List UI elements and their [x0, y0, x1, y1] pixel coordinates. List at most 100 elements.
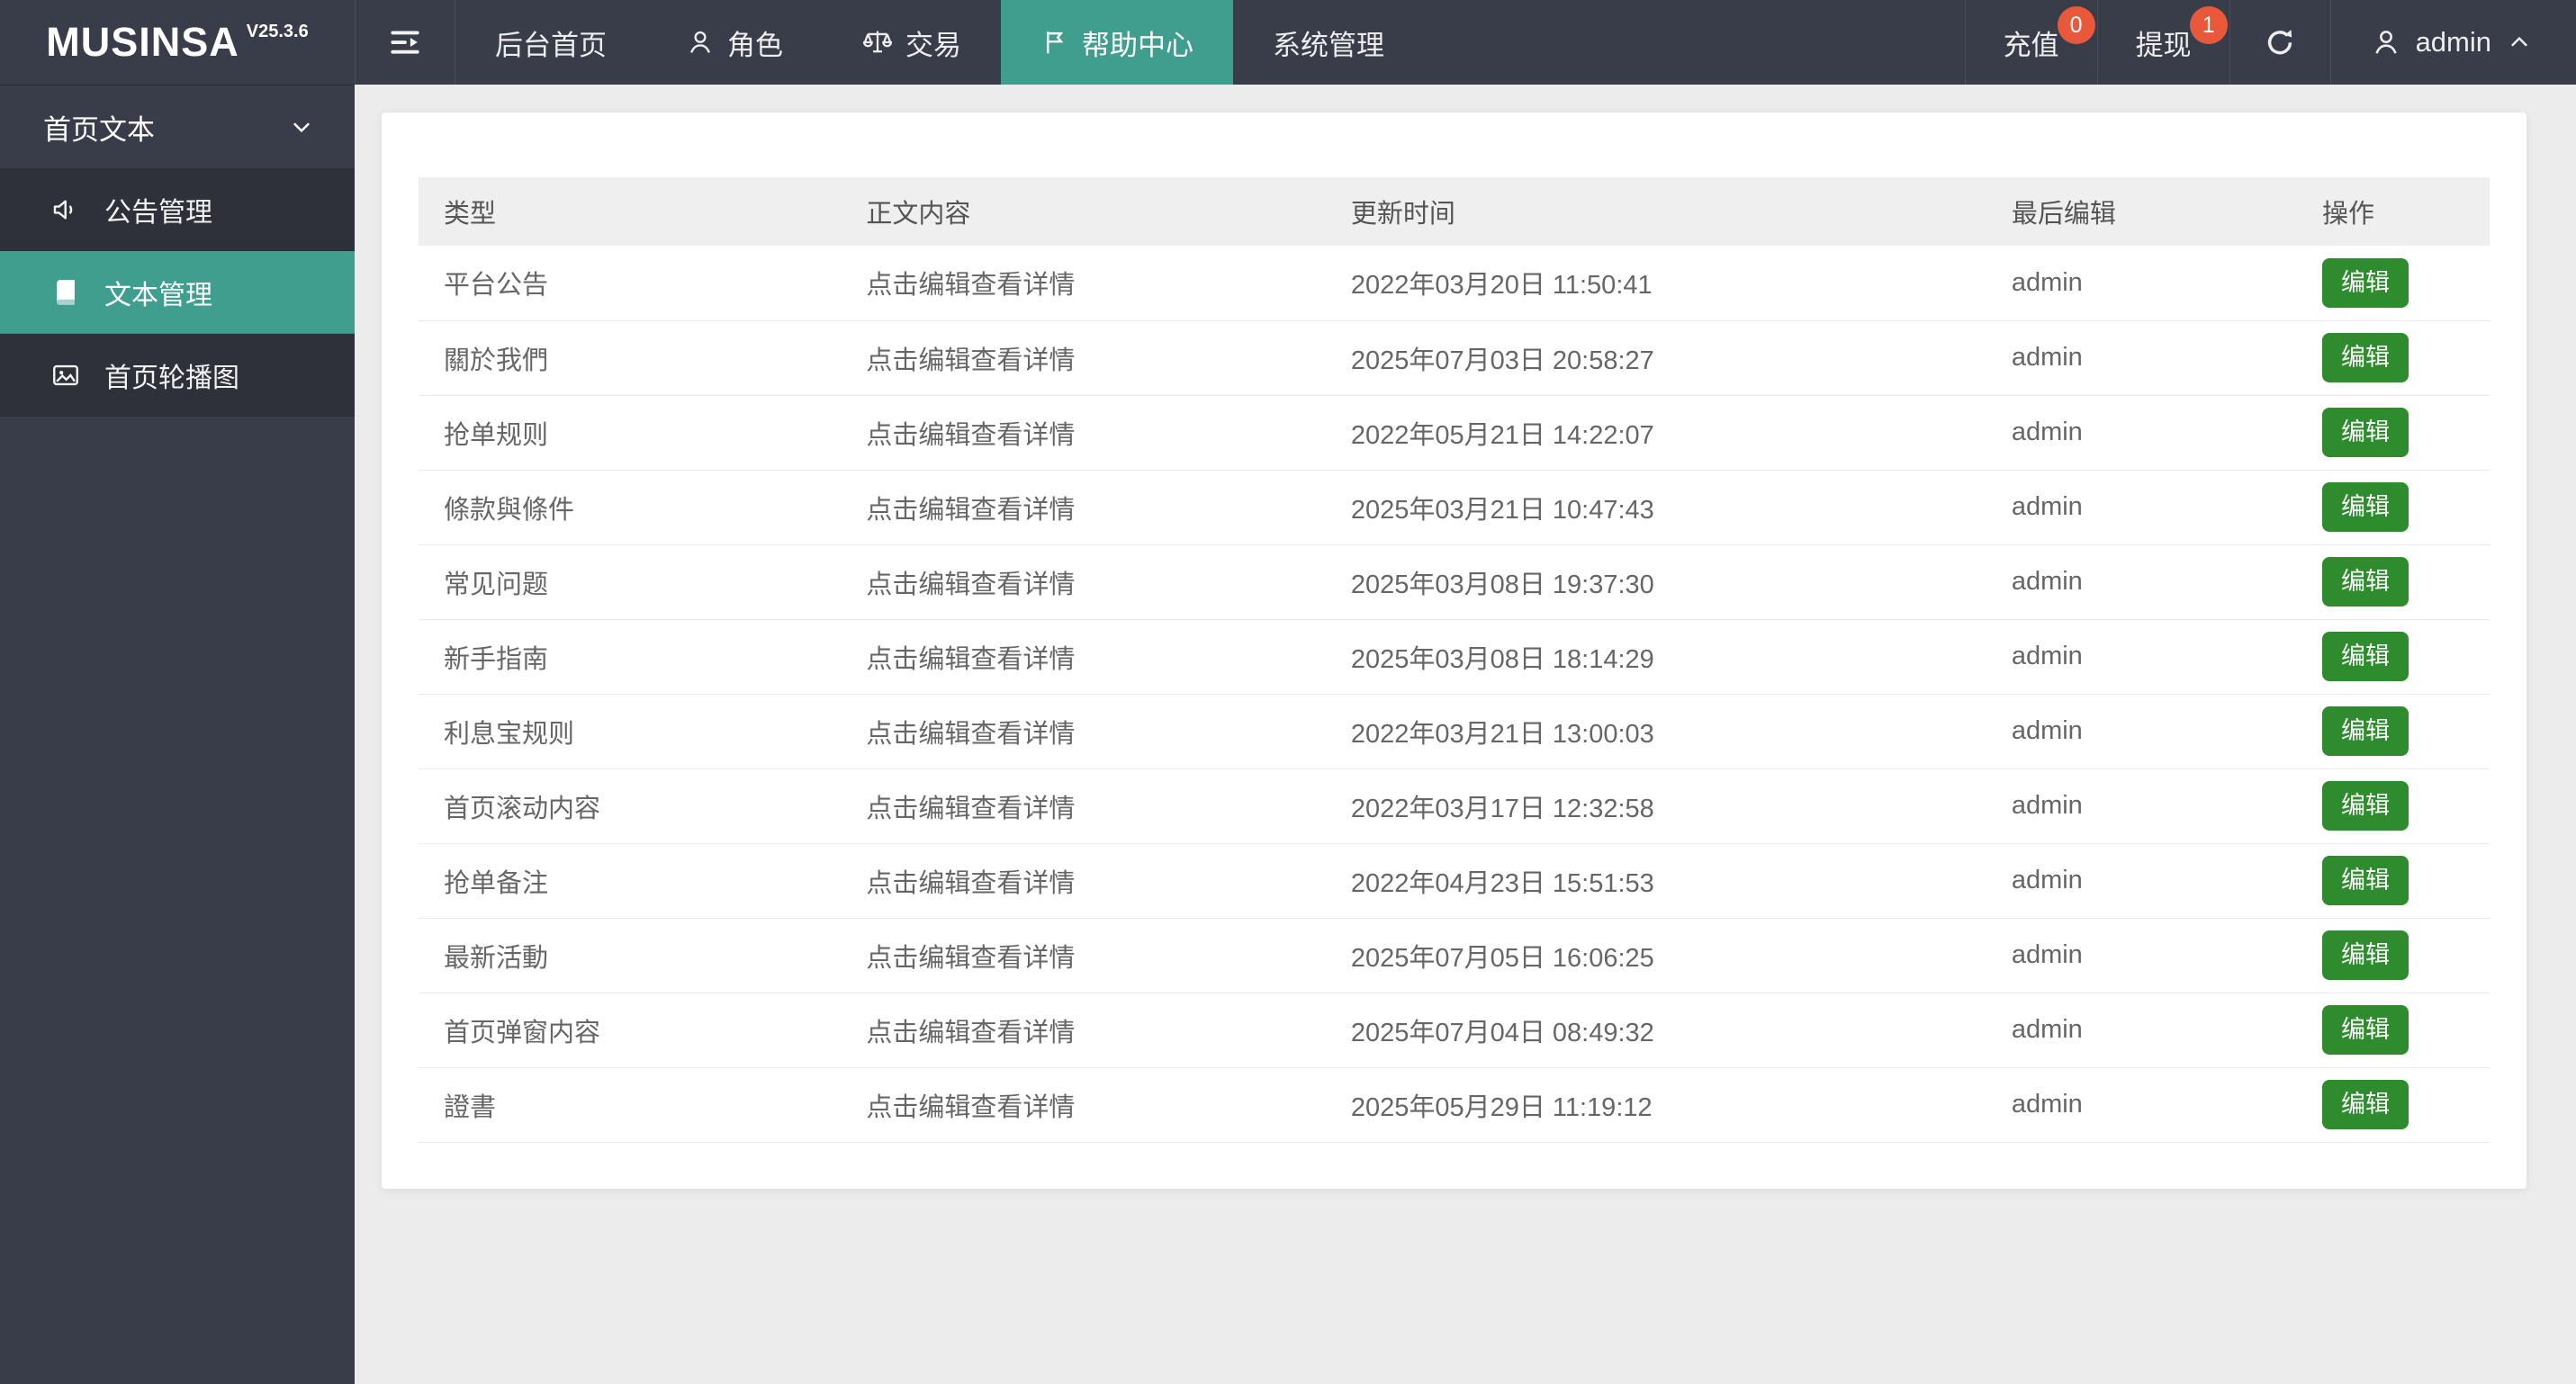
edit-button[interactable]: 编辑: [2321, 1005, 2409, 1055]
table-row: 常见问题 点击编辑查看详情 2025年03月08日 19:37:30 admin 编辑: [419, 544, 2490, 620]
table-row: 抢单规则 点击编辑查看详情 2022年05月21日 14:22:07 admin 编辑: [419, 395, 2490, 471]
refresh-button[interactable]: [2229, 0, 2330, 85]
cell-actions: 编辑: [2296, 1067, 2490, 1143]
edit-button[interactable]: 编辑: [2321, 856, 2409, 905]
edit-button[interactable]: 编辑: [2321, 482, 2409, 532]
nav-item-trade[interactable]: 交易: [823, 0, 1001, 85]
edit-button[interactable]: 编辑: [2321, 408, 2409, 457]
nav-item-label: 交易: [905, 29, 961, 61]
cell-type: 首页滚动内容: [419, 768, 842, 844]
cell-content: 点击编辑查看详情: [841, 544, 1326, 620]
cell-editor: admin: [1986, 918, 2297, 993]
cell-editor: admin: [1986, 320, 2297, 396]
cell-type: 條款與條件: [419, 470, 842, 545]
cell-content: 点击编辑查看详情: [841, 918, 1326, 993]
cell-updated: 2025年07月04日 08:49:32: [1325, 993, 1986, 1068]
recharge-badge: 0: [2057, 6, 2095, 44]
refresh-icon: [2263, 25, 2297, 59]
sidebar-item-label: 公告管理: [104, 197, 212, 228]
app-root: { "app": { "brand": "MUSINSA", "version"…: [0, 0, 2576, 1384]
withdraw-button[interactable]: 提现 1: [2096, 0, 2229, 85]
cell-editor: admin: [1986, 768, 2297, 844]
topbar: MUSINSA V25.3.6 后台首页 角色 交易 帮助中心 系统管理 充值 0 提现 1: [0, 0, 2576, 85]
cell-updated: 2022年03月20日 11:50:41: [1325, 246, 1986, 321]
cell-content: 点击编辑查看详情: [841, 320, 1326, 396]
sidebar-item-label: 文本管理: [104, 280, 212, 310]
sidebar-item-home-carousel[interactable]: 首页轮播图: [0, 334, 355, 417]
cell-actions: 编辑: [2296, 544, 2490, 620]
nav-item-label: 角色: [727, 29, 783, 61]
brand-logo: MUSINSA V25.3.6: [0, 0, 355, 85]
cell-editor: admin: [1986, 843, 2297, 919]
cell-updated: 2025年05月29日 11:19:12: [1325, 1067, 1986, 1143]
cell-content: 点击编辑查看详情: [841, 843, 1326, 919]
table-header-row: 类型 正文内容 更新时间 最后编辑 操作: [419, 177, 2490, 246]
user-menu[interactable]: admin: [2329, 0, 2576, 85]
cell-updated: 2022年04月23日 15:51:53: [1325, 843, 1986, 919]
cell-content: 点击编辑查看详情: [841, 395, 1326, 471]
edit-button[interactable]: 编辑: [2321, 781, 2409, 831]
cell-editor: admin: [1986, 470, 2297, 545]
edit-button[interactable]: 编辑: [2321, 632, 2409, 681]
cell-editor: admin: [1986, 694, 2297, 769]
nav-item-roles[interactable]: 角色: [646, 0, 823, 85]
cell-updated: 2022年03月21日 13:00:03: [1325, 694, 1986, 769]
nav-item-system[interactable]: 系统管理: [1233, 0, 1424, 85]
cell-updated: 2025年03月08日 18:14:29: [1325, 619, 1986, 695]
cell-updated: 2025年03月08日 19:37:30: [1325, 544, 1986, 620]
edit-button[interactable]: 编辑: [2321, 930, 2409, 980]
brand-version: V25.3.6: [246, 21, 309, 41]
edit-button[interactable]: 编辑: [2321, 1080, 2409, 1129]
brand-name: MUSINSA: [46, 19, 239, 65]
sidebar-section-home-text[interactable]: 首页文本: [0, 85, 355, 168]
user-icon: [2371, 27, 2401, 58]
flag-icon: [1040, 28, 1069, 57]
table-body: 平台公告 点击编辑查看详情 2022年03月20日 11:50:41 admin 编辑關…: [419, 246, 2490, 1143]
table-row: 首页滚动内容 点击编辑查看详情 2022年03月17日 12:32:58 admin 编…: [419, 768, 2490, 844]
table-row: 抢单备注 点击编辑查看详情 2022年04月23日 15:51:53 admin 编辑: [419, 843, 2490, 919]
nav-item-help-center[interactable]: 帮助中心: [1001, 0, 1233, 85]
cell-editor: admin: [1986, 395, 2297, 471]
cell-type: 證書: [419, 1067, 842, 1143]
nav-item-label: 系统管理: [1273, 29, 1384, 61]
recharge-label: 充值: [2003, 29, 2059, 61]
chevron-up-icon: [2506, 29, 2533, 56]
cell-editor: admin: [1986, 619, 2297, 695]
cell-actions: 编辑: [2296, 843, 2490, 919]
image-icon: [50, 360, 81, 391]
main-content: 类型 正文内容 更新时间 最后编辑 操作 平台公告 点击编辑查看详情 2022年03月20日…: [355, 85, 2576, 1384]
cell-updated: 2025年03月21日 10:47:43: [1325, 470, 1986, 545]
column-header: 最后编辑: [1986, 177, 2297, 246]
column-header: 类型: [419, 177, 842, 246]
table-row: 平台公告 点击编辑查看详情 2022年03月20日 11:50:41 admin 编辑: [419, 246, 2490, 321]
sidebar-items: 公告管理文本管理首页轮播图: [0, 168, 355, 417]
cell-type: 常见问题: [419, 544, 842, 620]
nav-item-dashboard[interactable]: 后台首页: [455, 0, 646, 85]
edit-button[interactable]: 编辑: [2321, 706, 2409, 756]
scales-icon: [862, 27, 893, 58]
column-header: 正文内容: [841, 177, 1326, 246]
cell-actions: 编辑: [2296, 768, 2490, 844]
cell-content: 点击编辑查看详情: [841, 470, 1326, 545]
cell-content: 点击编辑查看详情: [841, 993, 1326, 1068]
table-row: 新手指南 点击编辑查看详情 2025年03月08日 18:14:29 admin 编辑: [419, 619, 2490, 695]
user-icon: [686, 28, 715, 57]
sidebar-item-announcement-management[interactable]: 公告管理: [0, 168, 355, 251]
cell-content: 点击编辑查看详情: [841, 768, 1326, 844]
topbar-actions: 充值 0 提现 1: [1964, 0, 2229, 85]
cell-type: 平台公告: [419, 246, 842, 321]
edit-button[interactable]: 编辑: [2321, 333, 2409, 382]
book-icon: [50, 277, 81, 308]
chevron-down-icon: [288, 113, 315, 140]
cell-actions: 编辑: [2296, 918, 2490, 993]
table-row: 證書 点击编辑查看详情 2025年05月29日 11:19:12 admin 编辑: [419, 1067, 2490, 1143]
sidebar-item-text-management[interactable]: 文本管理: [0, 251, 355, 334]
help-center-table: 类型 正文内容 更新时间 最后编辑 操作 平台公告 点击编辑查看详情 2022年03月20日…: [419, 177, 2490, 1143]
sidebar-collapse-button[interactable]: [355, 0, 455, 85]
table-row: 利息宝规则 点击编辑查看详情 2022年03月21日 13:00:03 admin 编辑: [419, 694, 2490, 769]
recharge-button[interactable]: 充值 0: [1964, 0, 2097, 85]
menu-fold-icon: [385, 22, 425, 62]
edit-button[interactable]: 编辑: [2321, 257, 2409, 308]
edit-button[interactable]: 编辑: [2321, 557, 2409, 607]
user-name: admin: [2415, 26, 2491, 58]
